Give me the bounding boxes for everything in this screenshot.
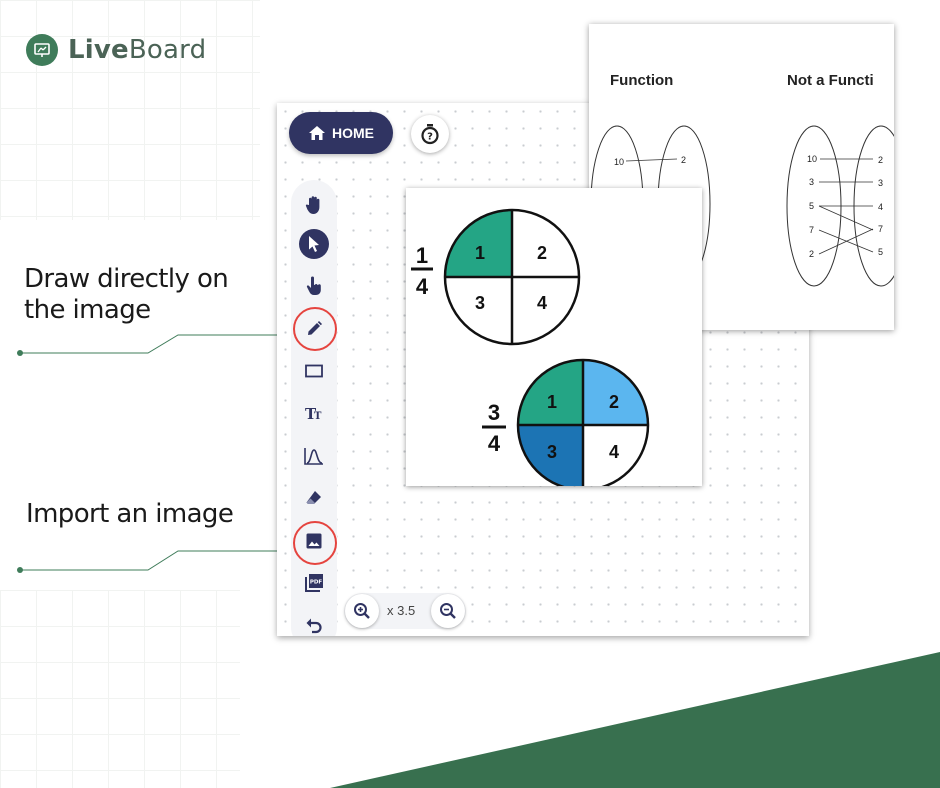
bottom-quadrant-2: 2 [609, 392, 619, 412]
right-range-5: 5 [878, 247, 883, 257]
fraction-circles-image[interactable]: 1 2 3 4 1 4 1 2 3 4 3 4 [406, 188, 702, 486]
stopwatch-icon: ? [421, 124, 439, 145]
draw-connector-start-dot [17, 350, 23, 356]
svg-text:PDF: PDF [310, 580, 323, 586]
undo-tool[interactable] [299, 610, 329, 636]
import-connector-line [20, 550, 295, 571]
left-range-2: 2 [681, 155, 686, 165]
zoom-out-button[interactable] [431, 594, 465, 628]
bottom-quadrant-4: 4 [609, 442, 619, 462]
top-denominator: 4 [416, 274, 429, 299]
bottom-denominator: 4 [488, 431, 501, 456]
text-tool[interactable]: TT [299, 398, 329, 428]
top-quadrant-1: 1 [475, 243, 485, 263]
right-range-2: 2 [878, 155, 883, 165]
right-range-4: 4 [878, 202, 883, 212]
right-domain-2: 2 [809, 249, 814, 259]
home-label: HOME [332, 125, 374, 141]
svg-text:T: T [314, 411, 322, 422]
graph-tool[interactable] [299, 441, 329, 471]
right-domain-10: 10 [807, 154, 817, 164]
pencil-highlight-ring [293, 307, 337, 351]
eraser-tool[interactable] [299, 483, 329, 513]
right-domain-3: 3 [809, 177, 814, 187]
timer-button[interactable]: ? [411, 115, 449, 153]
zoom-level: x 3.5 [387, 603, 416, 618]
zoom-control: x 3.5 [344, 593, 466, 629]
bottom-quadrant-1: 1 [547, 392, 557, 412]
top-quadrant-2: 2 [537, 243, 547, 263]
text-size-icon: TT [305, 405, 322, 422]
right-domain-5: 5 [809, 201, 814, 211]
home-icon [309, 126, 325, 140]
pdf-tool[interactable]: PDF [299, 568, 329, 598]
pointer-tool[interactable] [299, 229, 329, 259]
pdf-icon: PDF [305, 574, 323, 592]
import-connector-start-dot [17, 567, 23, 573]
tool-palette: TT PDF [291, 180, 337, 636]
home-button[interactable]: HOME [289, 112, 393, 154]
zoom-in-button[interactable] [345, 594, 379, 628]
left-domain-10: 10 [614, 157, 624, 167]
zoom-out-icon [440, 603, 456, 619]
fraction-diagram: 1 2 3 4 1 4 1 2 3 4 3 4 [411, 208, 650, 486]
top-quadrant-3: 3 [475, 293, 485, 313]
right-domain-7: 7 [809, 225, 814, 235]
hand-tool[interactable] [299, 190, 329, 220]
eraser-icon [306, 491, 321, 504]
graph-icon [304, 448, 323, 465]
zoom-in-icon [354, 603, 370, 619]
right-range-3: 3 [878, 178, 883, 188]
bottom-numerator: 3 [488, 400, 500, 425]
svg-text:?: ? [427, 132, 433, 143]
top-quadrant-4: 4 [537, 293, 547, 313]
draw-connector-line [20, 334, 295, 354]
touch-tool[interactable] [299, 271, 329, 301]
pointer-icon [309, 236, 319, 252]
hand-icon [305, 196, 320, 214]
rectangle-tool[interactable] [299, 356, 329, 386]
rectangle-icon [305, 364, 323, 378]
right-range-7: 7 [878, 224, 883, 234]
touch-icon [306, 276, 321, 295]
image-highlight-ring [293, 521, 337, 565]
undo-icon [306, 618, 322, 634]
top-numerator: 1 [416, 243, 428, 268]
bottom-quadrant-3: 3 [547, 442, 557, 462]
